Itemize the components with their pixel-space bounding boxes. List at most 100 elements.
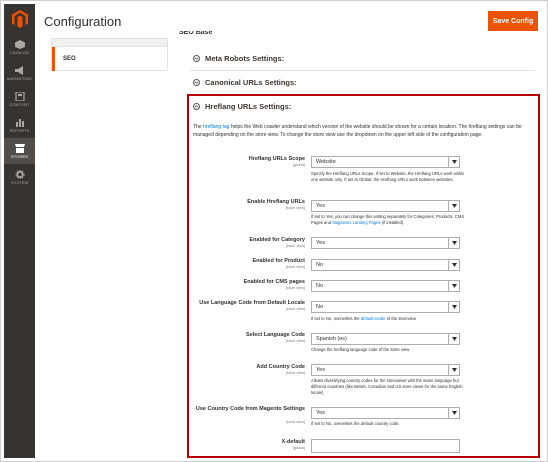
- tab-group-header: [52, 39, 167, 47]
- field-scope-language: [store view]: [285, 339, 305, 343]
- field-scope-country: [store view]: [285, 371, 305, 375]
- chevron-down-icon: [448, 281, 459, 291]
- language-code-select[interactable]: Spanish (es): [311, 333, 460, 345]
- select-value: Yes: [316, 410, 325, 416]
- section-title-text: Hreflang URLs Settings:: [205, 102, 292, 111]
- sidebar-item-marketing[interactable]: MARKETING: [4, 60, 35, 86]
- select-value: No: [316, 283, 324, 289]
- sidebar-item-catalog[interactable]: CATALOG: [4, 34, 35, 60]
- marketing-icon: [14, 65, 25, 75]
- select-value: Yes: [316, 367, 325, 373]
- field-label-country: Add Country Code: [256, 364, 305, 370]
- field-label-xdefault: X-default: [281, 439, 305, 445]
- enabled-for-cms-select[interactable]: No: [311, 280, 460, 292]
- field-scope-xdefault: [global]: [292, 446, 305, 450]
- chevron-down-icon: [193, 79, 200, 86]
- page-title: Configuration: [44, 14, 122, 29]
- hreflang-tag-link[interactable]: hreflang tag: [203, 124, 229, 130]
- stores-icon: [14, 143, 25, 153]
- chevron-down-icon: [193, 55, 200, 62]
- hreflang-scope-select[interactable]: Website: [311, 156, 460, 168]
- sidebar-item-label: SYSTEM: [10, 179, 29, 185]
- section-meta-robots[interactable]: Meta Robots Settings:: [193, 54, 284, 63]
- enabled-for-category-select[interactable]: Yes: [311, 237, 460, 249]
- chevron-down-icon: [448, 302, 459, 312]
- chevron-down-icon: [448, 238, 459, 248]
- sidebar-item-label: STORES: [11, 153, 28, 159]
- note-text: of the storeview: [385, 316, 416, 321]
- field-scope-locale: [store view]: [285, 307, 305, 311]
- chevron-down-icon: [448, 157, 459, 167]
- admin-sidebar: CATALOG MARKETING CONTENT REPORTS STORES…: [4, 4, 35, 458]
- intro-text: The: [193, 124, 204, 130]
- chevron-down-icon: [448, 408, 459, 418]
- reports-icon: [15, 118, 25, 127]
- chevron-down-icon: [448, 201, 459, 211]
- sidebar-item-label: MARKETING: [7, 75, 32, 81]
- section-divider: [190, 70, 535, 71]
- field-note-enable: If set to Yes, you can change this setti…: [311, 214, 471, 226]
- select-value: No: [316, 262, 324, 268]
- chevron-down-icon: [448, 334, 459, 344]
- sidebar-item-label: CONTENT: [9, 101, 30, 107]
- field-note-locale: If set to No, overwrites the default loc…: [311, 316, 471, 322]
- note-text: If set to No, overwrites the: [311, 316, 361, 321]
- catalog-icon: [14, 39, 25, 49]
- section-canonical-urls[interactable]: Canonical URLs Settings:: [193, 78, 297, 87]
- magento-country-code-select[interactable]: Yes: [311, 407, 460, 419]
- use-default-locale-select[interactable]: No: [311, 301, 460, 313]
- field-label-cms: Enabled for CMS pages: [243, 279, 305, 285]
- field-label-magento-country: Use Country Code from Magento Settings: [195, 406, 305, 412]
- field-label-language: Select Language Code: [246, 332, 305, 338]
- field-scope-magento-country: [store view]: [285, 420, 305, 424]
- field-scope-cms: [store view]: [285, 286, 305, 290]
- intro-text: helps the Web crawler understand which v…: [193, 124, 522, 138]
- magento-logo-icon[interactable]: [4, 4, 35, 34]
- sidebar-item-system[interactable]: SYSTEM: [4, 164, 35, 190]
- sidebar-item-content[interactable]: CONTENT: [4, 86, 35, 112]
- chevron-down-icon: [448, 260, 459, 270]
- add-country-code-select[interactable]: Yes: [311, 364, 460, 376]
- config-tab-panel: SEO: [51, 38, 168, 71]
- section-hreflang-urls[interactable]: Hreflang URLs Settings:: [193, 102, 291, 111]
- default-locale-link[interactable]: default locale: [361, 316, 386, 321]
- field-label-enable: Enable Hreflang URLs: [247, 199, 305, 205]
- mageworx-landing-pages-link[interactable]: Mageworx Landing Pages: [332, 220, 380, 225]
- field-note-magento-country: If set to No, overwrites the default cou…: [311, 421, 400, 426]
- enable-hreflang-select[interactable]: Yes: [311, 200, 460, 212]
- section-title-text: Canonical URLs Settings:: [205, 78, 297, 87]
- select-value: Spanish (es): [316, 336, 347, 342]
- field-scope-product: [store view]: [285, 265, 305, 269]
- select-value: Yes: [316, 240, 325, 246]
- sidebar-item-reports[interactable]: REPORTS: [4, 112, 35, 138]
- field-label-category: Enabled for Category: [249, 237, 305, 243]
- hreflang-highlight-frame: [187, 94, 540, 458]
- section-title-text: Meta Robots Settings:: [205, 54, 285, 63]
- system-icon: [14, 169, 25, 179]
- xdefault-input[interactable]: [311, 439, 460, 453]
- hreflang-intro: The hreflang tag helps the Web crawler u…: [193, 124, 538, 139]
- sidebar-item-stores[interactable]: STORES: [4, 138, 35, 164]
- sidebar-item-label: CATALOG: [9, 49, 30, 55]
- content-icon: [14, 91, 25, 101]
- sidebar-item-label: REPORTS: [9, 127, 30, 133]
- select-value: No: [316, 304, 324, 310]
- section-title-seo-base: SEO Base: [179, 31, 213, 36]
- field-label-product: Enabled for Product: [252, 258, 305, 264]
- field-scope-enable: [store view]: [285, 206, 305, 210]
- field-label-scope: Hreflang URLs Scope: [248, 156, 305, 162]
- chevron-up-icon: [193, 103, 200, 110]
- note-text: (if installed).: [380, 220, 405, 225]
- chevron-down-icon: [448, 365, 459, 375]
- field-note-country: Allows diversifying country codes for th…: [311, 378, 463, 395]
- select-value: Yes: [316, 203, 325, 209]
- tab-seo[interactable]: SEO: [52, 47, 167, 71]
- field-scope-category: [store view]: [285, 244, 305, 248]
- save-config-button[interactable]: Save Config: [488, 11, 538, 31]
- select-value: Website: [316, 159, 336, 165]
- field-scope-scope: [global]: [292, 163, 305, 167]
- enabled-for-product-select[interactable]: No: [311, 259, 460, 271]
- field-label-locale: Use Language Code from Default Locale: [199, 300, 305, 306]
- field-note-language: Change the hreflang language code of the…: [311, 347, 410, 352]
- field-note-scope: Specify the Hreflang URLs Scope. If set …: [311, 171, 465, 182]
